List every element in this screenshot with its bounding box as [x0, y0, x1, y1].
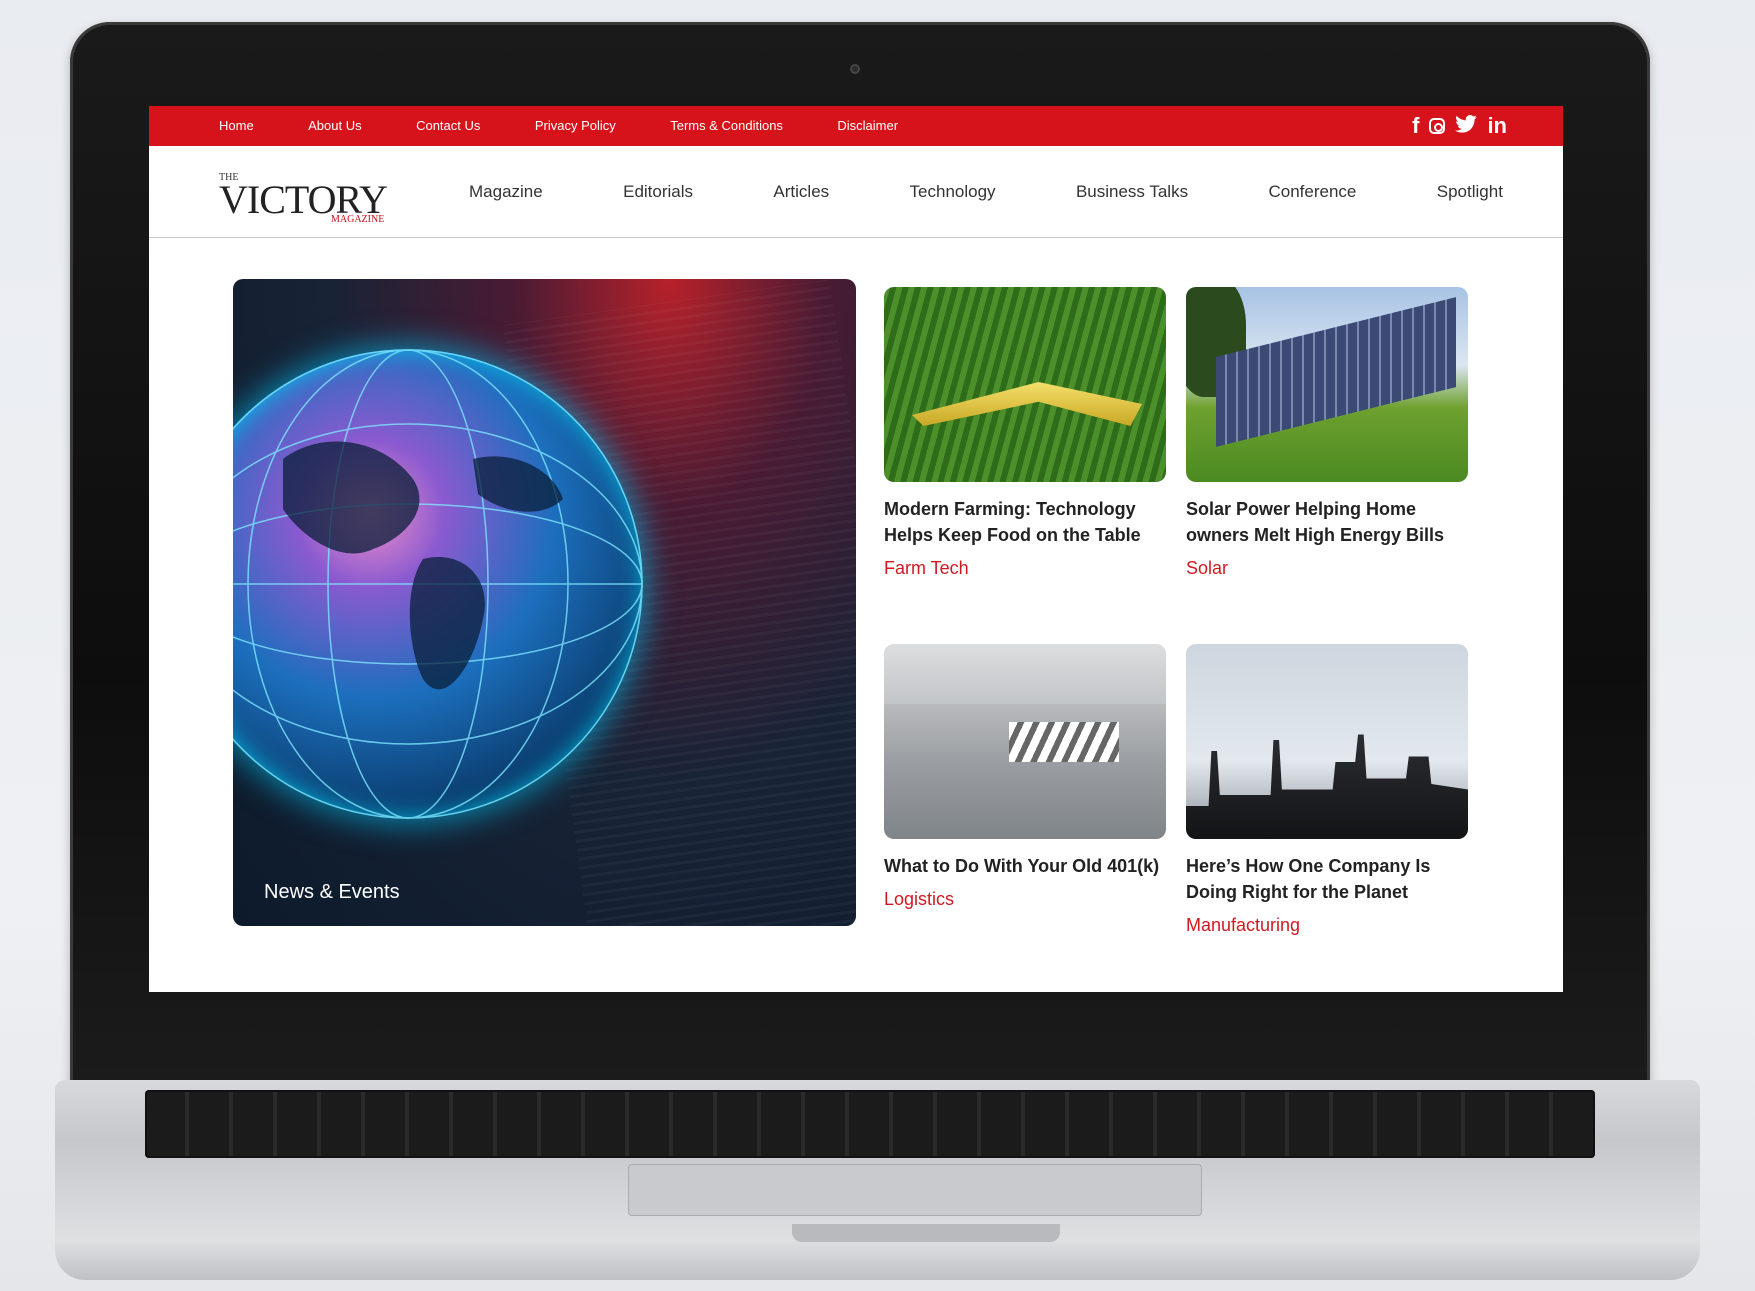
hero-caption: News & Events	[264, 881, 400, 903]
article-card[interactable]: Solar Power Helping Home owners Melt Hig…	[1186, 287, 1468, 579]
article-thumbnail[interactable]	[884, 644, 1166, 839]
nav-articles[interactable]: Articles	[773, 182, 829, 202]
nav-technology[interactable]: Technology	[910, 182, 996, 202]
hero-card[interactable]: News & Events	[233, 279, 856, 926]
laptop-notch	[792, 1224, 1060, 1242]
article-category[interactable]: Solar	[1186, 558, 1468, 579]
article-thumbnail[interactable]	[1186, 287, 1468, 482]
article-category[interactable]: Farm Tech	[884, 558, 1166, 579]
refinery-image	[1186, 734, 1468, 839]
top-bar: Home About Us Contact Us Privacy Policy …	[149, 106, 1563, 146]
topnav-about-us[interactable]: About Us	[308, 118, 361, 133]
article-card[interactable]: Here’s How One Company Is Doing Right fo…	[1186, 644, 1468, 936]
article-thumbnail[interactable]	[884, 287, 1166, 482]
article-title[interactable]: Modern Farming: Technology Helps Keep Fo…	[884, 496, 1166, 548]
article-title[interactable]: Here’s How One Company Is Doing Right fo…	[1186, 853, 1468, 905]
topnav-contact-us[interactable]: Contact Us	[416, 118, 480, 133]
nav-editorials[interactable]: Editorials	[623, 182, 693, 202]
nav-magazine[interactable]: Magazine	[469, 182, 543, 202]
linkedin-icon[interactable]: in	[1487, 115, 1507, 137]
top-nav: Home About Us Contact Us Privacy Policy …	[219, 117, 948, 135]
topnav-home[interactable]: Home	[219, 118, 254, 133]
site-logo[interactable]: THE VICTORY MAGAZINE	[219, 160, 409, 225]
facebook-icon[interactable]: f	[1412, 115, 1419, 137]
article-category[interactable]: Manufacturing	[1186, 915, 1468, 936]
trucks-image	[1009, 722, 1119, 762]
article-title[interactable]: Solar Power Helping Home owners Melt Hig…	[1186, 496, 1468, 548]
solar-panel-image	[1216, 297, 1456, 447]
nav-spotlight[interactable]: Spotlight	[1437, 182, 1503, 202]
drone-image	[912, 382, 1142, 426]
warehouse-roof-image	[884, 644, 1166, 704]
keyboard	[145, 1090, 1595, 1158]
article-category[interactable]: Logistics	[884, 889, 1166, 910]
article-thumbnail[interactable]	[1186, 644, 1468, 839]
main-nav: Magazine Editorials Articles Technology …	[469, 182, 1503, 202]
topnav-privacy-policy[interactable]: Privacy Policy	[535, 118, 616, 133]
website-screen: Home About Us Contact Us Privacy Policy …	[149, 106, 1563, 992]
trackpad	[628, 1164, 1202, 1216]
nav-conference[interactable]: Conference	[1268, 182, 1356, 202]
nav-business-talks[interactable]: Business Talks	[1076, 182, 1188, 202]
article-title[interactable]: What to Do With Your Old 401(k)	[884, 853, 1166, 879]
globe-image	[233, 349, 643, 819]
topnav-terms-conditions[interactable]: Terms & Conditions	[670, 118, 783, 133]
main-header: THE VICTORY MAGAZINE Magazine Editorials…	[149, 146, 1563, 238]
twitter-icon[interactable]	[1455, 115, 1478, 137]
camera-icon	[850, 64, 860, 74]
article-card[interactable]: What to Do With Your Old 401(k) Logistic…	[884, 644, 1166, 910]
social-links: f in	[1412, 115, 1507, 137]
instagram-icon[interactable]	[1429, 118, 1446, 134]
topnav-disclaimer[interactable]: Disclaimer	[837, 118, 898, 133]
article-card[interactable]: Modern Farming: Technology Helps Keep Fo…	[884, 287, 1166, 579]
logo-magazine: MAGAZINE	[331, 213, 385, 225]
